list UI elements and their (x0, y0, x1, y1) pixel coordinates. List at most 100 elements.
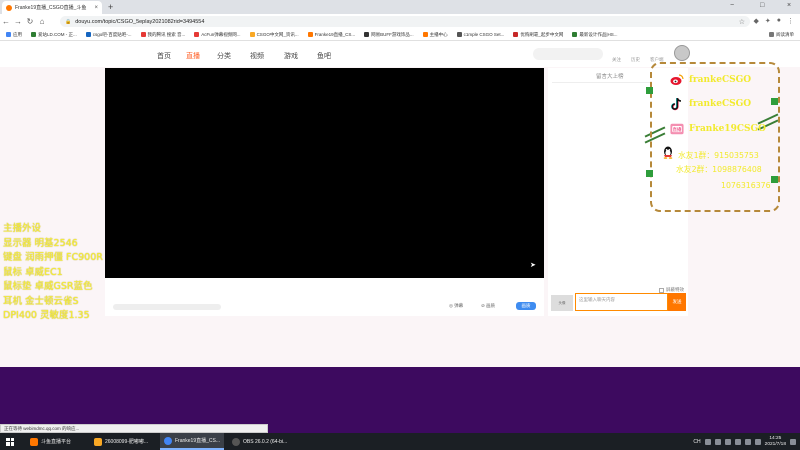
bookmark-item[interactable]: c1mple CSGO Set... (456, 32, 505, 37)
bookmark-label: Franke19直播_CS... (314, 31, 356, 37)
qq-group-3: 1076316376 (721, 181, 771, 190)
site-favicon-icon (456, 32, 462, 37)
gear-heading: 主播外设 (3, 223, 42, 234)
bookmark-item[interactable]: 应用 (6, 32, 22, 38)
nav-category[interactable]: 分类 (217, 51, 231, 61)
extension-icon[interactable]: ◆ (754, 17, 759, 25)
volume-icon[interactable] (744, 438, 751, 445)
forward-arrow-icon[interactable]: → (12, 17, 24, 26)
streamer-gear-overlay: 主播外设 显示器 明基2546 键盘 润雨押僵 FC900R 鼠标 卓威EC1 … (3, 222, 103, 324)
gear-headset: 耳机 金士顿云雀S (3, 295, 79, 307)
chat-input[interactable]: 这里输入聊天内容 (575, 293, 668, 311)
bookmark-label: 爱站LD.COM - 正... (38, 31, 77, 37)
gear-mouse: 鼠标 卓威EC1 (3, 266, 63, 278)
site-search-input[interactable] (533, 48, 603, 60)
bookmark-item[interactable]: Franke19直播_CS... (307, 31, 356, 38)
back-arrow-icon[interactable]: ← (0, 17, 12, 26)
bookmark-label: c1mple CSGO Set... (463, 32, 505, 37)
resize-handle[interactable] (771, 98, 778, 105)
tray-app-icon[interactable] (704, 438, 711, 445)
tray-app-icon[interactable] (724, 438, 731, 445)
send-button[interactable]: 发送 (668, 293, 686, 311)
address-url: douyu.com/topic/CSGO_5eplay2021082rid=34… (75, 18, 205, 25)
bilibili-icon: 直播 (670, 122, 684, 136)
danmaku-toggle[interactable]: ◎ 弹幕 (449, 303, 463, 309)
windows-taskbar: 斗鱼直播平台 26008099-肥嘟嘟... Franke19直播_CS... … (0, 433, 800, 450)
bookmark-item[interactable]: AcFun弹幕视频网... (194, 32, 241, 38)
reload-icon[interactable]: ↻ (24, 17, 36, 26)
folder-icon (94, 437, 102, 446)
start-button[interactable] (0, 433, 20, 450)
user-avatar: 头像 (551, 295, 573, 311)
quality-button[interactable]: 画质 (516, 302, 536, 310)
tab-title: Franke19直播_CSGO直播_斗鱼 (15, 5, 87, 11)
profile-avatar-icon[interactable]: ● (777, 17, 781, 25)
resize-handle[interactable] (646, 170, 653, 177)
taskbar-app[interactable]: OBS 26.0.2 (64-bi... (228, 433, 294, 450)
bookmark-item[interactable]: 我的腾讯 搜索 音... (140, 32, 185, 38)
browser-tab-active[interactable]: Franke19直播_CSGO直播_斗鱼 × (2, 1, 102, 14)
bookmark-item[interactable]: 网易BUFF游戏饰品... (364, 32, 414, 38)
home-icon[interactable]: ⌂ (36, 17, 48, 26)
bookmark-item[interactable]: csgo吧-百度贴吧-... (85, 32, 132, 38)
bookmark-item[interactable]: 爱站LD.COM - 正... (31, 32, 77, 38)
close-window-button[interactable]: × (787, 2, 791, 9)
input-method-indicator[interactable]: CH (693, 439, 700, 445)
bookmark-item[interactable]: CSGO中文网_资讯... (249, 32, 299, 38)
quality-toggle[interactable]: ⊘ 画质 (481, 303, 495, 309)
notification-icon[interactable] (790, 438, 796, 445)
bookmark-item[interactable]: 最新设计作品|HS... (572, 32, 618, 38)
taskbar-app-label: 斗鱼直播平台 (41, 439, 72, 445)
system-clock[interactable]: 14:25 2021/7/18 (765, 436, 786, 448)
chrome-icon (164, 436, 172, 445)
taskbar-app-active[interactable]: Franke19直播_CS... (160, 433, 224, 450)
taskbar-app[interactable]: 斗鱼直播平台 (26, 433, 84, 450)
keyboard-icon[interactable] (754, 438, 761, 445)
video-player[interactable]: ➤ (105, 68, 544, 278)
minimize-button[interactable]: − (730, 2, 734, 9)
streamer-avatar (674, 45, 690, 61)
reading-list-button[interactable]: 阅读清单 (769, 32, 794, 38)
taskbar-app-label: OBS 26.0.2 (64-bi... (243, 438, 288, 445)
nav-fishbar[interactable]: 鱼吧 (317, 51, 331, 61)
site-favicon-icon (140, 32, 146, 37)
reading-list-icon (769, 32, 774, 37)
nav-follow[interactable]: 关注 (612, 57, 621, 63)
nav-video[interactable]: 视频 (250, 51, 264, 61)
nav-live[interactable]: 直播 (186, 51, 200, 61)
resize-handle[interactable] (646, 87, 653, 94)
site-favicon-icon (85, 32, 91, 37)
stream-info-placeholder (113, 304, 221, 310)
address-bar[interactable]: 🔒 douyu.com/topic/CSGO_5eplay2021082rid=… (60, 16, 750, 27)
resize-handle[interactable] (771, 176, 778, 183)
nav-history[interactable]: 历史 (631, 57, 640, 63)
taskbar-app[interactable]: 26008099-肥嘟嘟... (90, 433, 156, 450)
social-bilibili: 直播 Franke19CSGO (670, 122, 766, 136)
site-favicon-icon (31, 32, 36, 37)
tab-close-icon[interactable]: × (94, 5, 98, 11)
network-icon[interactable] (734, 438, 741, 445)
nav-home[interactable]: 首页 (157, 51, 171, 61)
site-favicon-icon (422, 32, 428, 37)
puzzle-icon[interactable]: ✦ (765, 17, 771, 25)
bookmark-item[interactable]: 主播中心 (422, 32, 448, 38)
nav-game[interactable]: 游戏 (284, 51, 298, 61)
extension-icons: ◆ ✦ ● ⋮ (754, 17, 795, 25)
gear-dpi: DPI400 灵敏度1.35 (3, 310, 90, 321)
mouse-cursor-icon: ➤ (530, 262, 536, 269)
menu-kebab-icon[interactable]: ⋮ (787, 17, 794, 25)
bilibili-name: Franke19CSGO (689, 124, 767, 134)
qq-group-2: 水友2群：1098876408 (676, 165, 762, 174)
windows-logo-icon (6, 437, 14, 446)
apps-grid-icon (6, 32, 11, 37)
taskbar-app-label: Franke19直播_CS... (175, 438, 220, 444)
bookmark-star-icon[interactable]: ☆ (739, 18, 745, 26)
maximize-button[interactable]: □ (760, 2, 764, 9)
site-favicon-icon (249, 32, 255, 37)
weibo-name: frankeCSGO (689, 75, 752, 85)
bookmark-item[interactable]: 优购刷靠_起步中文网 (513, 32, 563, 38)
bookmark-label: 应用 (13, 31, 22, 37)
gear-keyboard: 键盘 润雨押僵 FC900R (3, 252, 103, 263)
tray-app-icon[interactable] (714, 438, 721, 445)
new-tab-button[interactable]: + (108, 2, 113, 12)
